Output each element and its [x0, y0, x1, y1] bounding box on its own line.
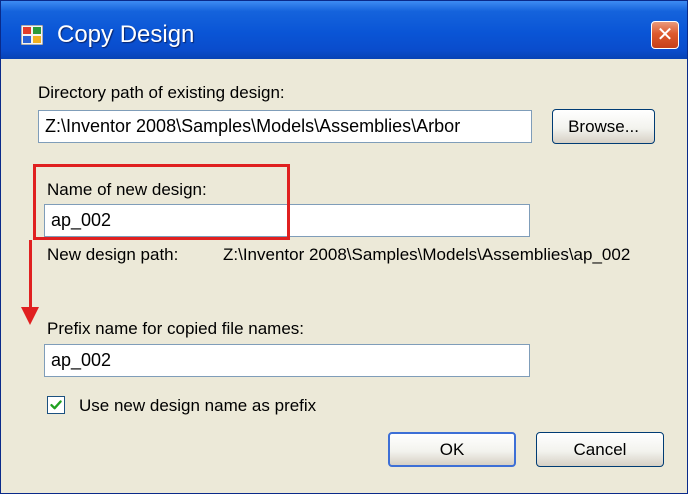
annotation-arrow-icon: [21, 307, 39, 325]
cancel-button[interactable]: Cancel: [536, 432, 664, 467]
new-path-value: Z:\Inventor 2008\Samples\Models\Assembli…: [223, 245, 631, 264]
prefix-label: Prefix name for copied file names:: [47, 319, 305, 338]
new-path-clip: Z:\Inventor 2008\Samples\Models\Assembli…: [1, 1, 687, 493]
ok-button[interactable]: OK: [388, 432, 516, 467]
annotation-arrow-shaft: [29, 240, 32, 310]
annotation-highlight-box: [33, 164, 290, 240]
prefix-field[interactable]: ap_002: [44, 344, 530, 377]
use-prefix-checkbox[interactable]: [47, 396, 65, 414]
use-prefix-label: Use new design name as prefix: [79, 396, 317, 415]
check-icon: [50, 400, 62, 410]
copy-design-dialog: Copy Design ✕ Directory path of existing…: [0, 0, 688, 494]
